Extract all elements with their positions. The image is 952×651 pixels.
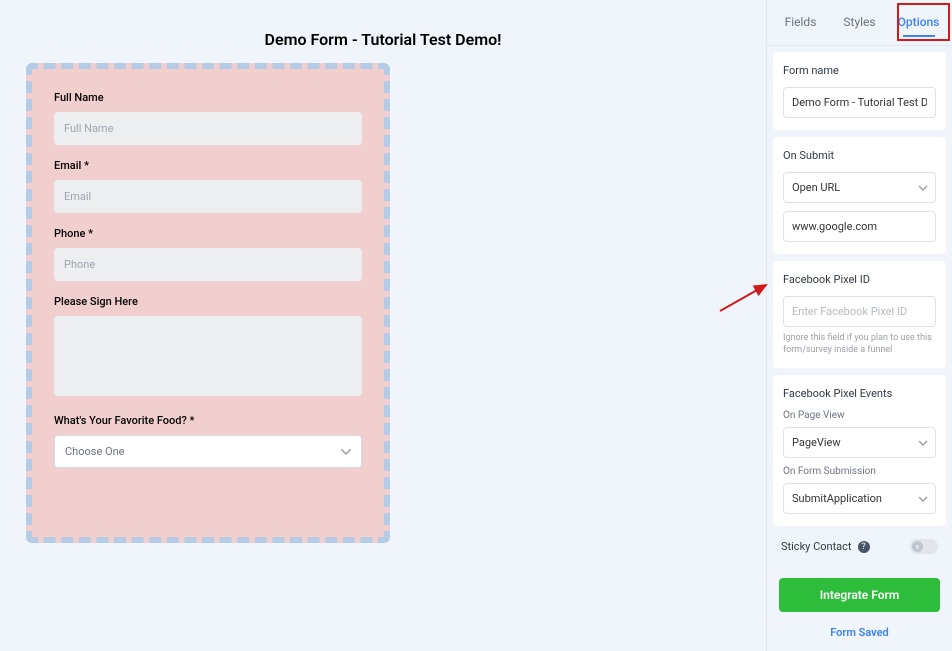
fb-pixel-helper: Ignore this field if you plan to use thi… (783, 333, 936, 356)
phone-label: Phone * (54, 227, 362, 240)
full-name-label: Full Name (54, 91, 362, 104)
form-title: Demo Form - Tutorial Test Demo! (20, 30, 746, 49)
sticky-contact-label: Sticky Contact (781, 540, 852, 553)
help-icon[interactable]: ? (858, 541, 870, 553)
main-canvas: Demo Form - Tutorial Test Demo! Full Nam… (0, 0, 766, 651)
on-submit-card: On Submit Open URL (773, 137, 946, 254)
form-name-label: Form name (783, 64, 936, 77)
submit-sublabel: On Form Submission (783, 466, 936, 477)
fb-events-card: Facebook Pixel Events On Page View PageV… (773, 375, 946, 526)
options-sidebar: Fields Styles Options Form name On Submi… (766, 0, 952, 651)
on-submit-url-input[interactable] (783, 211, 936, 242)
submit-select[interactable]: SubmitApplication (783, 483, 936, 514)
sidebar-tabs: Fields Styles Options (767, 0, 952, 46)
page-view-sublabel: On Page View (783, 410, 936, 421)
fb-pixel-label: Facebook Pixel ID (783, 273, 936, 286)
form-preview: Full Name Email * Phone * Please Sign He… (26, 63, 390, 543)
fav-food-select[interactable]: Choose One (54, 435, 362, 468)
toggle-knob: x (912, 541, 923, 552)
integrate-form-button[interactable]: Integrate Form (779, 578, 940, 612)
sticky-contact-toggle[interactable]: x (910, 539, 938, 554)
field-fav-food: What's Your Favorite Food? * Choose One (54, 414, 362, 468)
field-email: Email * (54, 159, 362, 213)
sticky-contact-row: Sticky Contact ? x (773, 533, 946, 558)
form-name-input[interactable] (783, 87, 936, 118)
fav-food-label: What's Your Favorite Food? * (54, 414, 362, 427)
on-submit-action-select[interactable]: Open URL (783, 172, 936, 203)
tab-styles[interactable]: Styles (830, 0, 889, 45)
form-name-card: Form name (773, 52, 946, 130)
on-submit-label: On Submit (783, 149, 936, 162)
fb-pixel-input[interactable] (783, 296, 936, 327)
tab-fields[interactable]: Fields (771, 0, 830, 45)
fb-pixel-card: Facebook Pixel ID Ignore this field if y… (773, 261, 946, 368)
page-view-select[interactable]: PageView (783, 427, 936, 458)
sign-label: Please Sign Here (54, 295, 362, 308)
field-full-name: Full Name (54, 91, 362, 145)
form-saved-status: Form Saved (779, 620, 940, 645)
sign-textarea[interactable] (54, 316, 362, 396)
tab-options[interactable]: Options (889, 0, 948, 45)
field-sign: Please Sign Here (54, 295, 362, 400)
email-label: Email * (54, 159, 362, 172)
fb-events-label: Facebook Pixel Events (783, 387, 936, 400)
field-phone: Phone * (54, 227, 362, 281)
bottom-buttons: Integrate Form Form Saved (773, 572, 946, 651)
email-input[interactable] (54, 180, 362, 213)
options-panel: Form name On Submit Open URL Facebook Pi… (767, 46, 952, 651)
phone-input[interactable] (54, 248, 362, 281)
full-name-input[interactable] (54, 112, 362, 145)
